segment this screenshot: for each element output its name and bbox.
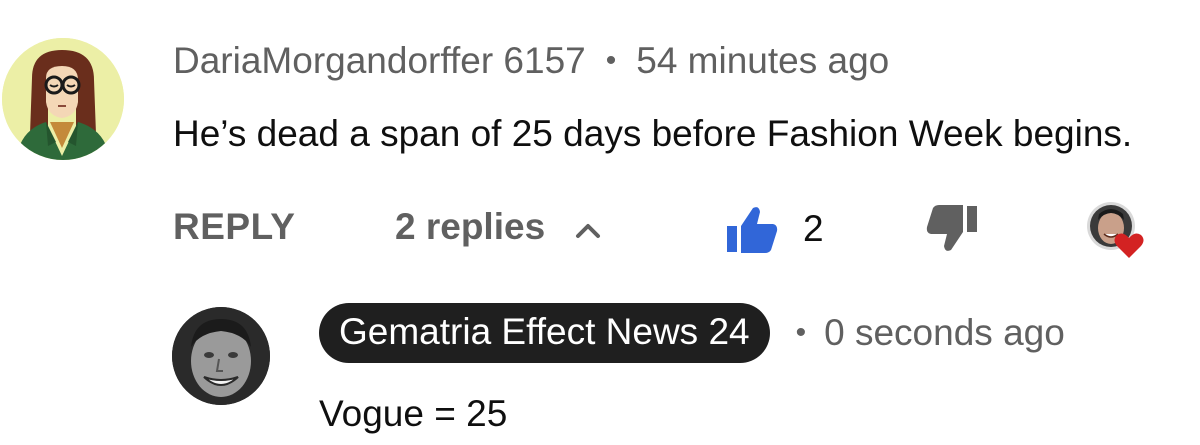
reply-author-badge[interactable]: Gematria Effect News 24 xyxy=(319,303,770,363)
creator-heart-icon xyxy=(1087,202,1144,258)
comment-author-name[interactable]: DariaMorgandorffer 6157 xyxy=(173,40,586,82)
chevron-up-icon xyxy=(575,206,601,248)
reply-header-separator: • xyxy=(795,316,807,349)
reply-text: Vogue = 25 xyxy=(319,393,508,434)
comment-action-bar: REPLY 2 replies 2 xyxy=(173,198,1163,258)
header-separator: • xyxy=(605,44,617,77)
like-count: 2 xyxy=(803,208,824,249)
view-replies-toggle[interactable]: 2 replies xyxy=(395,206,601,248)
reply-timestamp[interactable]: 0 seconds ago xyxy=(824,312,1065,354)
creator-heart-badge xyxy=(1085,200,1145,260)
reply-header: Gematria Effect News 24 • 0 seconds ago xyxy=(319,303,1065,363)
thumbs-down-icon xyxy=(926,205,977,251)
commenter-avatar[interactable] xyxy=(2,38,124,160)
comment-header: DariaMorgandorffer 6157 • 54 minutes ago xyxy=(173,40,889,82)
dislike-button[interactable] xyxy=(925,202,979,261)
comment-timestamp[interactable]: 54 minutes ago xyxy=(636,40,889,82)
reply-button[interactable]: REPLY xyxy=(173,206,295,248)
comment-text: He’s dead a span of 25 days before Fashi… xyxy=(173,113,1133,154)
daria-avatar-illustration xyxy=(2,38,124,160)
reply-author-avatar[interactable] xyxy=(172,307,270,405)
like-button[interactable] xyxy=(725,202,779,261)
smiling-man-avatar-photo xyxy=(172,307,270,405)
replies-count-label: 2 replies xyxy=(395,206,546,247)
thumbs-up-icon xyxy=(727,207,778,253)
